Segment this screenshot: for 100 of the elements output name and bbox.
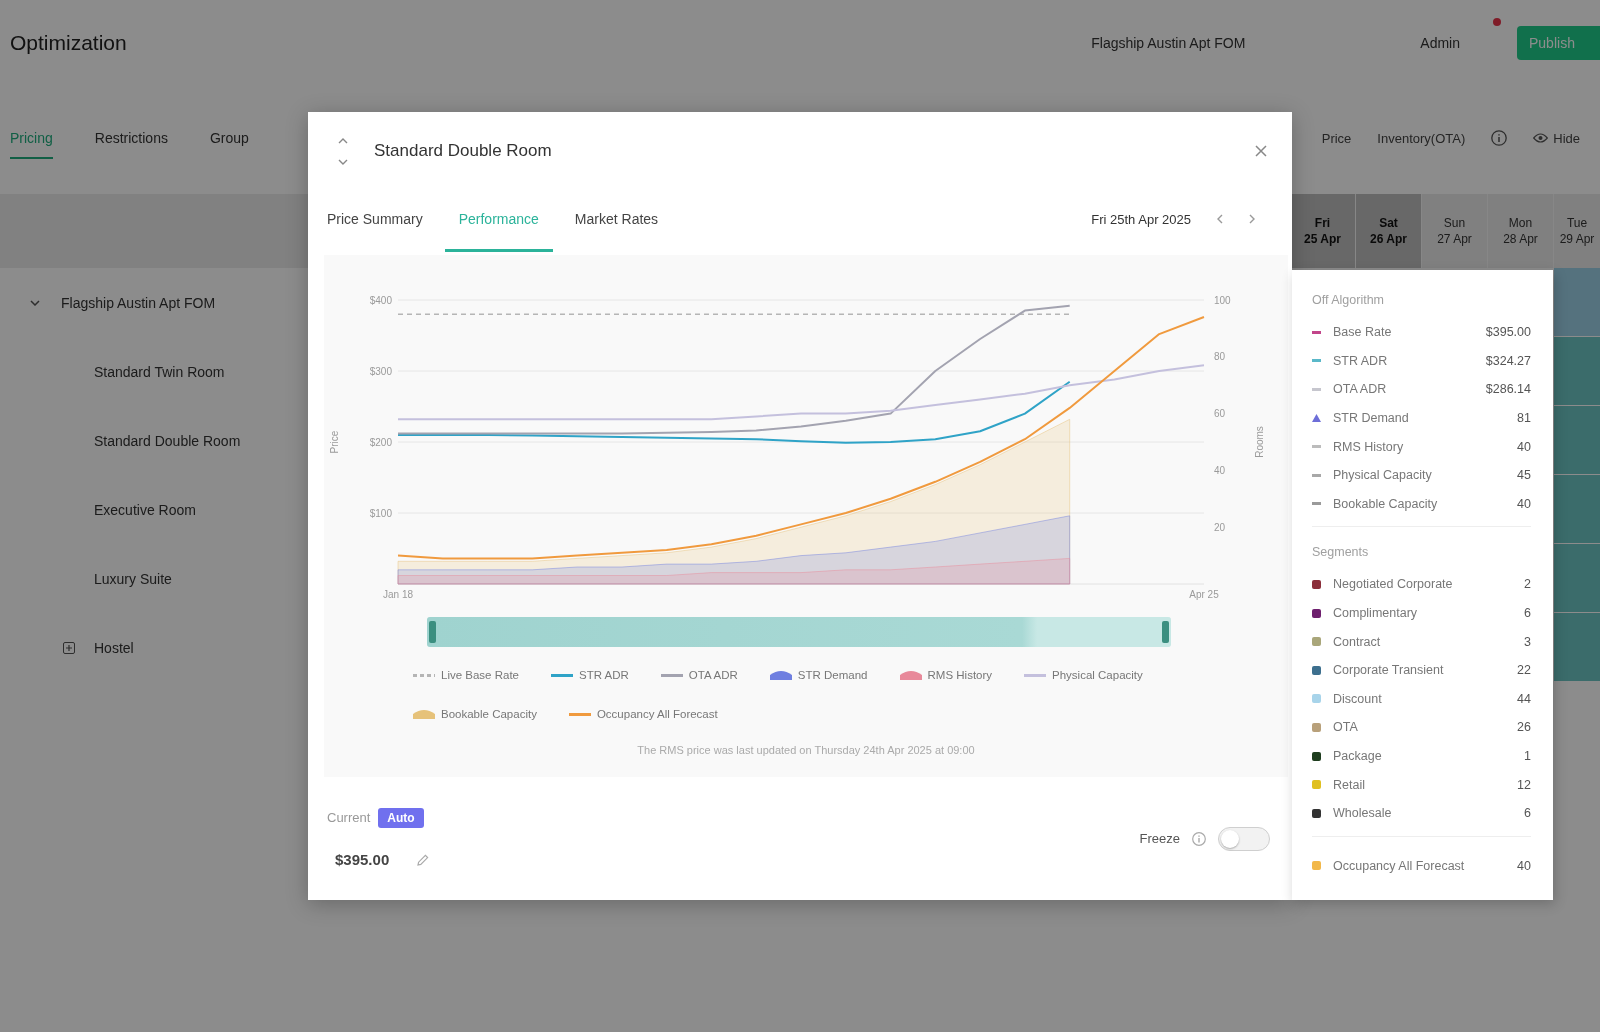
date-label: 27 Apr <box>1437 231 1472 247</box>
metric-value: 6 <box>1524 806 1531 821</box>
property-name[interactable]: Flagship Austin Apt FOM <box>1091 35 1246 51</box>
date-label: 26 Apr <box>1370 231 1407 247</box>
plus-box-icon[interactable] <box>63 641 75 654</box>
axis-tick-label: Jan 18 <box>383 589 413 600</box>
axis-tick-label: $400 <box>369 294 392 306</box>
price-value: $395.00 <box>335 851 390 868</box>
metric-label: Occupancy All Forecast <box>1333 858 1466 873</box>
metric-value: 22 <box>1517 663 1531 678</box>
slider-handle[interactable] <box>1162 621 1169 643</box>
dialog-tab[interactable]: Price Summary <box>313 209 437 252</box>
dialog-tab[interactable]: Market Rates <box>560 209 673 252</box>
metric-label: Wholesale <box>1333 806 1393 821</box>
weekday-label: Tue <box>1566 215 1588 231</box>
legend-label[interactable]: OTA ADR <box>688 667 738 683</box>
metric-value: 3 <box>1524 634 1531 649</box>
metric-value: 6 <box>1524 606 1531 621</box>
date-label: 28 Apr <box>1503 231 1538 247</box>
axis-tick-label: 100 <box>1214 294 1231 306</box>
tree-item[interactable]: Standard Double Room <box>94 432 241 449</box>
metric-label: Base Rate <box>1333 325 1393 340</box>
legend-label[interactable]: STR ADR <box>579 667 629 683</box>
metric-value: 44 <box>1517 691 1531 706</box>
freeze-toggle[interactable] <box>1218 826 1270 851</box>
axis-tick-label: 20 <box>1214 521 1226 533</box>
axis-tick-label: $300 <box>369 365 392 377</box>
dialog-tab[interactable]: Performance <box>444 209 553 252</box>
hide-button[interactable]: Hide <box>1533 130 1580 146</box>
metric-value: 12 <box>1517 777 1531 792</box>
chevron-right-icon[interactable] <box>1249 214 1255 224</box>
weekday-label: Fri <box>1314 215 1331 231</box>
legend-label[interactable]: Live Base Rate <box>441 667 519 683</box>
metric-value: 45 <box>1517 468 1531 483</box>
axis-title: Rooms <box>1254 426 1265 458</box>
metric-label: Corporate Transient <box>1333 663 1445 678</box>
section-title: Segments <box>1312 544 1370 562</box>
metric-label: STR Demand <box>1333 411 1410 426</box>
axis-title: Price <box>329 430 340 454</box>
legend-label[interactable]: Bookable Capacity <box>441 706 537 722</box>
metric-label: Negotiated Corporate <box>1333 577 1454 592</box>
metric-label: Package <box>1333 749 1383 763</box>
weekday-label: Mon <box>1508 215 1533 231</box>
legend-label[interactable]: Occupancy All Forecast <box>596 706 718 722</box>
metric-label: Discount <box>1333 691 1383 706</box>
update-note: The RMS price was last updated on Thursday 24th Apr 2025 at 09:00 <box>636 743 976 758</box>
axis-tick-label: $200 <box>369 436 392 448</box>
metric-label: Complimentary <box>1333 606 1419 621</box>
close-icon[interactable] <box>1255 145 1267 157</box>
info-icon[interactable] <box>1491 130 1508 146</box>
legend-label[interactable]: RMS History <box>927 667 993 683</box>
metric-label: Retail <box>1333 777 1366 792</box>
metric-value: $286.14 <box>1485 382 1531 397</box>
date-label: 29 Apr <box>1559 231 1595 247</box>
dialog-title: Standard Double Room <box>374 141 552 161</box>
nav-tab[interactable]: Restrictions <box>94 128 168 159</box>
date-label: 25 Apr <box>1304 231 1341 247</box>
metric-value: 2 <box>1524 577 1531 592</box>
metric-value: 81 <box>1517 411 1531 426</box>
metric-value: 40 <box>1517 858 1531 873</box>
legend-label[interactable]: STR Demand <box>797 667 868 683</box>
view-option[interactable]: Price <box>1321 130 1352 146</box>
metric-value: 26 <box>1517 720 1531 735</box>
metric-label: Bookable Capacity <box>1333 496 1439 511</box>
tree-item[interactable]: Standard Twin Room <box>94 363 225 380</box>
pencil-icon[interactable] <box>417 853 430 866</box>
metric-label: RMS History <box>1333 439 1405 454</box>
eye-icon <box>1533 133 1549 143</box>
metric-label: STR ADR <box>1333 353 1389 368</box>
metric-value: $324.27 <box>1485 353 1531 368</box>
axis-tick-label: 40 <box>1214 464 1226 476</box>
nav-tab[interactable]: Group <box>209 128 249 159</box>
chevron-up-icon[interactable] <box>338 137 348 144</box>
axis-tick-label: $100 <box>369 507 392 519</box>
user-name[interactable]: Admin <box>1420 35 1460 51</box>
metric-label: OTA <box>1333 720 1359 735</box>
status-badge: Auto <box>378 807 424 828</box>
metric-value: 1 <box>1524 749 1531 763</box>
metric-value: $395.00 <box>1485 325 1531 340</box>
slider-handle[interactable] <box>429 621 436 643</box>
view-option[interactable]: Inventory(OTA) <box>1377 130 1466 146</box>
metric-label: Physical Capacity <box>1333 468 1433 483</box>
current-label: Current <box>327 810 371 825</box>
chevron-down-icon[interactable] <box>30 299 40 306</box>
zoom-slider[interactable] <box>427 617 1171 647</box>
section-title: Off Algorithm <box>1312 292 1386 309</box>
info-icon[interactable] <box>1192 831 1206 846</box>
tree-item[interactable]: Flagship Austin Apt FOM <box>61 294 216 311</box>
date-label: Fri 25th Apr 2025 <box>1091 211 1191 227</box>
metric-label: Contract <box>1333 634 1382 649</box>
weekday-label: Sun <box>1443 215 1466 231</box>
chevron-left-icon[interactable] <box>1217 214 1223 224</box>
legend-label[interactable]: Physical Capacity <box>1052 667 1143 683</box>
tree-item[interactable]: Luxury Suite <box>94 570 172 587</box>
chevron-down-icon[interactable] <box>338 158 348 165</box>
tree-item[interactable]: Hostel <box>94 639 134 656</box>
freeze-label: Freeze <box>1139 831 1180 846</box>
axis-tick-label: Apr 25 <box>1189 589 1219 600</box>
axis-tick-label: 80 <box>1214 351 1226 363</box>
tree-item[interactable]: Executive Room <box>94 501 196 518</box>
